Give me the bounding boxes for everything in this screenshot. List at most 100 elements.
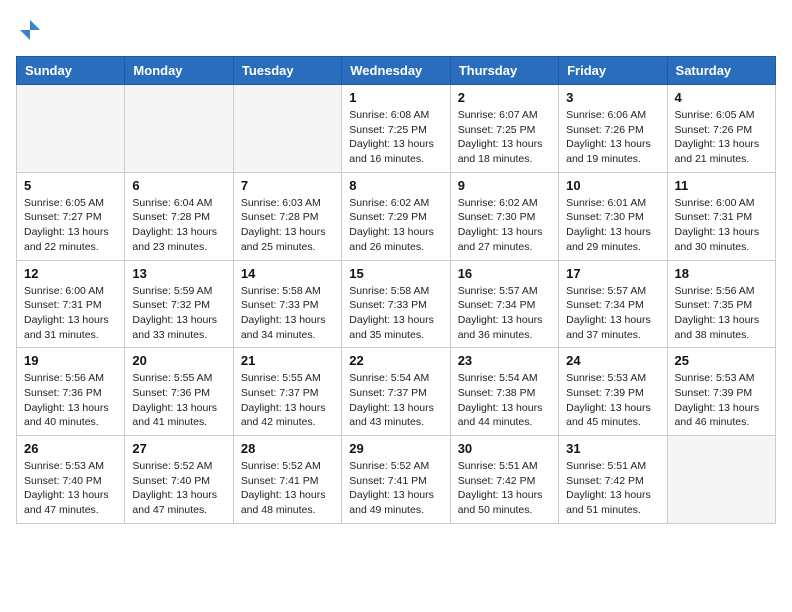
day-number: 9 [458,178,551,193]
weekday-header: Monday [125,57,233,85]
day-number: 25 [675,353,768,368]
cell-info: Sunrise: 6:08 AM Sunset: 7:25 PM Dayligh… [349,108,442,167]
day-number: 28 [241,441,334,456]
calendar-cell: 13Sunrise: 5:59 AM Sunset: 7:32 PM Dayli… [125,260,233,348]
day-number: 20 [132,353,225,368]
cell-info: Sunrise: 5:58 AM Sunset: 7:33 PM Dayligh… [241,284,334,343]
calendar-cell: 24 Sunrise: 5:53 AM Sunset: 7:39 PM Dayli… [559,348,667,436]
calendar-cell: 12Sunrise: 6:00 AM Sunset: 7:31 PM Dayli… [17,260,125,348]
calendar-cell: 17 Sunrise: 5:57 AM Sunset: 7:34 PM Dayli… [559,260,667,348]
day-number: 31 [566,441,659,456]
calendar-cell: 8 Sunrise: 6:02 AM Sunset: 7:29 PM Daylig… [342,172,450,260]
calendar-cell: 10 Sunrise: 6:01 AM Sunset: 7:30 PM Dayli… [559,172,667,260]
day-number: 2 [458,90,551,105]
day-number: 29 [349,441,442,456]
cell-info: Sunrise: 6:02 AM Sunset: 7:30 PM Dayligh… [458,196,551,255]
calendar-cell [125,85,233,173]
cell-info: Sunrise: 5:51 AM Sunset: 7:42 PM Dayligh… [566,459,659,518]
day-number: 4 [675,90,768,105]
day-number: 17 [566,266,659,281]
cell-info: Sunrise: 6:00 AM Sunset: 7:31 PM Dayligh… [675,196,768,255]
day-number: 16 [458,266,551,281]
day-number: 21 [241,353,334,368]
cell-info: Sunrise: 5:55 AM Sunset: 7:36 PM Dayligh… [132,371,225,430]
cell-info: Sunrise: 5:56 AM Sunset: 7:36 PM Dayligh… [24,371,117,430]
cell-info: Sunrise: 6:07 AM Sunset: 7:25 PM Dayligh… [458,108,551,167]
calendar-cell: 23 Sunrise: 5:54 AM Sunset: 7:38 PM Dayli… [450,348,558,436]
calendar-cell: 1 Sunrise: 6:08 AM Sunset: 7:25 PM Daylig… [342,85,450,173]
day-number: 14 [241,266,334,281]
calendar-cell [17,85,125,173]
calendar-cell: 5 Sunrise: 6:05 AM Sunset: 7:27 PM Daylig… [17,172,125,260]
calendar-cell: 14 Sunrise: 5:58 AM Sunset: 7:33 PM Dayli… [233,260,341,348]
day-number: 11 [675,178,768,193]
calendar-cell: 31 Sunrise: 5:51 AM Sunset: 7:42 PM Dayli… [559,436,667,524]
day-number: 19 [24,353,117,368]
day-number: 26 [24,441,117,456]
logo [16,16,46,44]
calendar-cell: 19 Sunrise: 5:56 AM Sunset: 7:36 PM Dayli… [17,348,125,436]
day-number: 18 [675,266,768,281]
weekday-header: Saturday [667,57,775,85]
day-number: 12 [24,266,117,281]
cell-info: Sunrise: 6:05 AM Sunset: 7:27 PM Dayligh… [24,196,117,255]
calendar-cell: 3 Sunrise: 6:06 AM Sunset: 7:26 PM Daylig… [559,85,667,173]
cell-info: Sunrise: 5:58 AM Sunset: 7:33 PM Dayligh… [349,284,442,343]
calendar-cell: 21 Sunrise: 5:55 AM Sunset: 7:37 PM Dayli… [233,348,341,436]
cell-info: Sunrise: 5:53 AM Sunset: 7:40 PM Dayligh… [24,459,117,518]
calendar-cell: 18Sunrise: 5:56 AM Sunset: 7:35 PM Dayli… [667,260,775,348]
calendar-cell [233,85,341,173]
day-number: 27 [132,441,225,456]
day-number: 1 [349,90,442,105]
week-row: 26 Sunrise: 5:53 AM Sunset: 7:40 PM Dayli… [17,436,776,524]
day-number: 5 [24,178,117,193]
calendar-cell: 11 Sunrise: 6:00 AM Sunset: 7:31 PM Dayli… [667,172,775,260]
cell-info: Sunrise: 6:05 AM Sunset: 7:26 PM Dayligh… [675,108,768,167]
calendar-cell: 2 Sunrise: 6:07 AM Sunset: 7:25 PM Daylig… [450,85,558,173]
cell-info: Sunrise: 5:52 AM Sunset: 7:41 PM Dayligh… [349,459,442,518]
calendar-cell: 15 Sunrise: 5:58 AM Sunset: 7:33 PM Dayli… [342,260,450,348]
cell-info: Sunrise: 5:52 AM Sunset: 7:41 PM Dayligh… [241,459,334,518]
day-number: 7 [241,178,334,193]
weekday-header: Tuesday [233,57,341,85]
week-row: 1 Sunrise: 6:08 AM Sunset: 7:25 PM Daylig… [17,85,776,173]
cell-info: Sunrise: 6:04 AM Sunset: 7:28 PM Dayligh… [132,196,225,255]
calendar-cell: 26 Sunrise: 5:53 AM Sunset: 7:40 PM Dayli… [17,436,125,524]
cell-info: Sunrise: 5:54 AM Sunset: 7:38 PM Dayligh… [458,371,551,430]
cell-info: Sunrise: 6:02 AM Sunset: 7:29 PM Dayligh… [349,196,442,255]
calendar-cell: 7 Sunrise: 6:03 AM Sunset: 7:28 PM Daylig… [233,172,341,260]
cell-info: Sunrise: 5:57 AM Sunset: 7:34 PM Dayligh… [566,284,659,343]
day-number: 8 [349,178,442,193]
day-number: 24 [566,353,659,368]
day-number: 15 [349,266,442,281]
cell-info: Sunrise: 5:51 AM Sunset: 7:42 PM Dayligh… [458,459,551,518]
week-row: 12Sunrise: 6:00 AM Sunset: 7:31 PM Dayli… [17,260,776,348]
logo-icon [16,16,44,44]
cell-info: Sunrise: 6:03 AM Sunset: 7:28 PM Dayligh… [241,196,334,255]
cell-info: Sunrise: 5:54 AM Sunset: 7:37 PM Dayligh… [349,371,442,430]
calendar-table: SundayMondayTuesdayWednesdayThursdayFrid… [16,56,776,524]
calendar-cell: 16Sunrise: 5:57 AM Sunset: 7:34 PM Dayli… [450,260,558,348]
calendar-cell: 30 Sunrise: 5:51 AM Sunset: 7:42 PM Dayli… [450,436,558,524]
cell-info: Sunrise: 6:01 AM Sunset: 7:30 PM Dayligh… [566,196,659,255]
day-number: 6 [132,178,225,193]
page-header [16,16,776,44]
calendar-cell: 20 Sunrise: 5:55 AM Sunset: 7:36 PM Dayli… [125,348,233,436]
cell-info: Sunrise: 6:06 AM Sunset: 7:26 PM Dayligh… [566,108,659,167]
day-number: 3 [566,90,659,105]
weekday-header: Thursday [450,57,558,85]
week-row: 19 Sunrise: 5:56 AM Sunset: 7:36 PM Dayli… [17,348,776,436]
calendar-cell: 4 Sunrise: 6:05 AM Sunset: 7:26 PM Daylig… [667,85,775,173]
calendar-cell: 22Sunrise: 5:54 AM Sunset: 7:37 PM Dayli… [342,348,450,436]
cell-info: Sunrise: 5:53 AM Sunset: 7:39 PM Dayligh… [566,371,659,430]
cell-info: Sunrise: 5:55 AM Sunset: 7:37 PM Dayligh… [241,371,334,430]
calendar-cell: 27Sunrise: 5:52 AM Sunset: 7:40 PM Dayli… [125,436,233,524]
day-number: 30 [458,441,551,456]
day-number: 23 [458,353,551,368]
calendar-header-row: SundayMondayTuesdayWednesdayThursdayFrid… [17,57,776,85]
day-number: 10 [566,178,659,193]
calendar-cell: 29 Sunrise: 5:52 AM Sunset: 7:41 PM Dayli… [342,436,450,524]
day-number: 13 [132,266,225,281]
weekday-header: Wednesday [342,57,450,85]
calendar-cell: 25Sunrise: 5:53 AM Sunset: 7:39 PM Dayli… [667,348,775,436]
